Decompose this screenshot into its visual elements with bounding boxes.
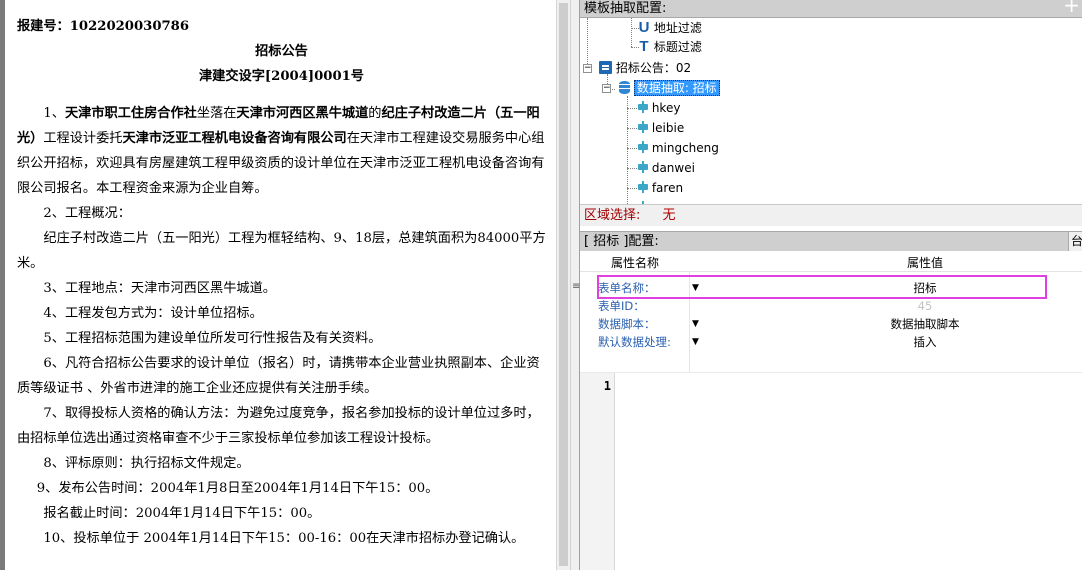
tree-label: mingcheng: [651, 141, 719, 155]
field-icon: [638, 101, 648, 113]
template-panel-title: 模板抽取配置:: [584, 1, 667, 16]
property-row[interactable]: 数据脚本： ▼ 数据抽取脚本: [580, 315, 1082, 333]
tree-label: hkey: [651, 101, 681, 115]
paragraph-4: 4、工程发包方式为：设计单位招标。: [43, 306, 263, 321]
field-icon: [638, 141, 648, 153]
url-filter-icon: U: [638, 19, 650, 36]
paragraph-2-body: 纪庄子村改造二片（五一阳光）工程为框轻结构、9、18层，总建筑面积为84000平…: [17, 231, 546, 271]
script-editor[interactable]: 1: [580, 372, 1082, 570]
tree-node-url-filter[interactable]: U 地址过滤: [638, 19, 702, 37]
column-header-name: 属性名称: [610, 256, 659, 270]
report-number: 报建号：1022020030786: [17, 19, 190, 34]
template-panel-header: 模板抽取配置: +: [580, 0, 1082, 18]
property-value: 45: [917, 299, 933, 313]
tree-label: faren: [651, 181, 684, 195]
field-icon: [638, 181, 648, 193]
column-header-value: 属性值: [906, 256, 943, 270]
add-icon[interactable]: +: [1063, 0, 1080, 15]
field-icon: [638, 121, 648, 133]
highlight-box: [597, 275, 1047, 299]
field-icon: [638, 161, 648, 173]
paragraph-2: 2、工程概况：: [43, 206, 131, 221]
tree-label: 招标公告：02: [615, 61, 692, 75]
paragraph-10: 10、投标单位于 2004年1月14日下午15：00-16：00在天津市招标办登…: [43, 531, 525, 546]
region-value[interactable]: 无: [663, 208, 676, 223]
tree-node-field[interactable]: hkey: [638, 99, 680, 117]
paragraph-9b: 报名截止时间：2004年1月14日下午15：00。: [43, 506, 321, 521]
tree-node-field[interactable]: danwei: [638, 159, 695, 177]
property-value[interactable]: 插入: [690, 333, 1082, 351]
property-row[interactable]: 默认数据处理: ▼ 插入: [580, 333, 1082, 351]
config-panel-header: [ 招标 ]配置:: [580, 231, 1082, 251]
tree-line: [627, 148, 637, 149]
tree-label-selected: 数据抽取: 招标: [633, 80, 720, 96]
property-name: 数据脚本：: [598, 317, 656, 331]
template-tree[interactable]: U 地址过滤 T 标题过滤 − 招标公告：02 − 数据抽取: 招标 hkey …: [580, 18, 1082, 204]
tree-label: danwei: [651, 161, 695, 175]
paragraph-3: 3、工程地点：天津市河西区黑牛城道。: [43, 281, 276, 296]
tree-line: [627, 128, 637, 129]
paragraph-9: 9、发布公告时间：2004年1月8日至2004年1月14日下午15：00。: [36, 481, 439, 496]
document-content: 报建号：1022020030786 招标公告 津建交设字[2004]0001号 …: [5, 0, 556, 551]
collapse-icon[interactable]: −: [583, 64, 592, 73]
tree-node-field[interactable]: faren: [638, 179, 683, 197]
notice-title: 招标公告: [255, 44, 308, 59]
tree-node-field[interactable]: leibie: [638, 119, 684, 137]
property-grid-header: 属性名称 属性值: [580, 252, 1082, 272]
tree-label: leibie: [651, 121, 685, 135]
property-name: 默认数据处理:: [598, 335, 671, 349]
tree-node-notice[interactable]: 招标公告：02: [599, 59, 691, 77]
tree-node-field[interactable]: mingcheng: [638, 139, 719, 157]
tree-line: [627, 168, 637, 169]
list-icon: [599, 61, 612, 74]
collapse-icon[interactable]: −: [602, 84, 611, 93]
property-name: 表单ID：: [598, 299, 645, 313]
region-select-row[interactable]: 区域选择: 无: [580, 204, 1082, 226]
paragraph-8: 8、评标原则：执行招标文件规定。: [43, 456, 250, 471]
paragraph-1: 1、天津市职工住房合作社坐落在天津市河西区黑牛城道的纪庄子村改造二片（五一阳光）…: [17, 106, 545, 196]
config-panel-title: [ 招标 ]配置:: [584, 234, 659, 249]
property-row[interactable]: 表单ID： 45: [580, 297, 1082, 315]
tree-node-title-filter[interactable]: T 标题过滤: [638, 38, 702, 56]
tree-line: [627, 108, 637, 109]
line-number: 1: [603, 379, 611, 393]
document-scrollbar-thumb[interactable]: [559, 3, 568, 566]
document-pane[interactable]: 报建号：1022020030786 招标公告 津建交设字[2004]0001号 …: [0, 0, 556, 570]
config-tab[interactable]: 台: [1068, 232, 1082, 251]
document-scrollbar[interactable]: [556, 0, 570, 570]
region-label: 区域选择:: [584, 208, 641, 223]
notice-code: 津建交设字[2004]0001号: [198, 69, 364, 84]
paragraph-7: 7、取得投标人资格的确认方法：为避免过度竞争，报名参加投标的设计单位过多时，由招…: [17, 406, 540, 446]
paragraph-5: 5、工程招标范围为建设单位所发可行性报告及有关资料。: [43, 331, 382, 346]
property-value[interactable]: 数据抽取脚本: [690, 315, 1082, 333]
property-grid[interactable]: 属性名称 属性值 表单名称： ▼ 招标 表单ID： 45 数据脚本： ▼ 数据抽…: [580, 252, 1082, 372]
splitter-grip-icon[interactable]: ≡: [572, 282, 580, 292]
tree-label: 地址过滤: [653, 21, 702, 35]
tree-line: [631, 18, 632, 47]
line-number-gutter: 1: [580, 373, 615, 570]
title-filter-icon: T: [639, 38, 649, 55]
tree-line: [627, 188, 637, 189]
tree-label: 标题过滤: [653, 40, 702, 54]
database-icon: [619, 81, 630, 94]
tree-node-extract[interactable]: 数据抽取: 招标: [619, 79, 720, 97]
pane-splitter[interactable]: ≡: [570, 0, 580, 570]
paragraph-6: 6、凡符合招标公告要求的设计单位（报名）时，请携带本企业营业执照副本、企业资质等…: [17, 356, 540, 396]
